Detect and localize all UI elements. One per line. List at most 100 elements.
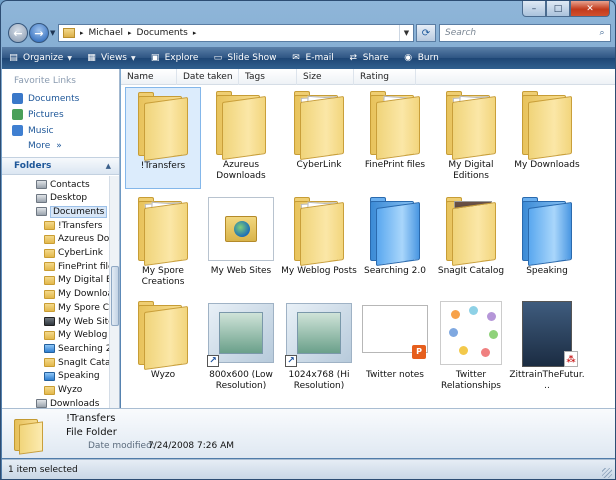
folder-icon xyxy=(436,89,506,161)
explore-button[interactable]: ▣ Explore xyxy=(150,53,199,64)
file-item[interactable]: My Web Sites xyxy=(203,193,279,295)
file-item[interactable]: CyberLink xyxy=(281,87,357,189)
folder-icon xyxy=(44,358,55,368)
file-item-label: Azureus Downloads xyxy=(216,160,266,181)
breadcrumb-separator-icon[interactable]: ▸ xyxy=(80,29,84,37)
column-date-taken[interactable]: Date taken xyxy=(177,68,239,85)
folder-icon xyxy=(44,344,55,354)
tree-item[interactable]: Contacts xyxy=(36,178,90,191)
file-item[interactable]: Wyzo xyxy=(125,297,201,399)
email-button[interactable]: ✉ E-mail xyxy=(291,53,334,64)
tree-item[interactable]: Desktop xyxy=(36,192,87,205)
tree-item[interactable]: My Downloa xyxy=(44,288,109,301)
folders-header[interactable]: Folders ▲ xyxy=(2,157,119,175)
folder-icon xyxy=(44,262,55,272)
file-item[interactable]: P Twitter notes xyxy=(357,297,433,399)
file-item[interactable]: Speaking xyxy=(509,193,585,295)
folder-icon xyxy=(44,303,55,313)
file-item[interactable]: ↗ 800x600 (Low Resolution) xyxy=(203,297,279,399)
breadcrumb-separator-icon[interactable]: ▸ xyxy=(128,29,132,37)
tree-item[interactable]: My Weblog P xyxy=(44,329,109,342)
file-item[interactable]: ↗ 1024x768 (Hi Resolution) xyxy=(281,297,357,399)
scrollbar-thumb[interactable] xyxy=(111,266,119,326)
folder-icon xyxy=(44,385,55,395)
title-bar[interactable]: – □ ✕ xyxy=(1,1,615,21)
recent-pages-dropdown[interactable]: ▼ xyxy=(50,29,55,37)
column-name[interactable]: Name xyxy=(121,68,177,85)
folder-tree-scrollbar[interactable] xyxy=(109,176,119,408)
file-grid: !Transfers Azureus Downloads CyberLink Fine… xyxy=(121,85,615,408)
tree-item-label: My Web Site xyxy=(58,316,109,327)
close-button[interactable]: ✕ xyxy=(570,1,610,17)
tree-item[interactable]: Searching 2.0 xyxy=(44,342,109,355)
folder-icon xyxy=(36,180,47,189)
tree-item[interactable]: My Web Site xyxy=(44,315,109,328)
views-icon: ▦ xyxy=(87,53,96,63)
tree-item-label: Speaking xyxy=(58,371,100,382)
file-item-label: Speaking xyxy=(526,266,568,276)
search-placeholder: Search xyxy=(445,28,477,38)
file-item[interactable]: SnagIt Catalog xyxy=(433,193,509,295)
file-item[interactable]: My Downloads xyxy=(509,87,585,189)
folder-icon xyxy=(44,317,55,326)
maximize-button[interactable]: □ xyxy=(546,1,570,17)
file-item[interactable]: My Digital Editions xyxy=(433,87,509,189)
address-dropdown-button[interactable]: ▼ xyxy=(399,25,413,41)
file-item[interactable]: FinePrint files xyxy=(357,87,433,189)
tree-item[interactable]: FinePrint file xyxy=(44,260,109,273)
organize-button[interactable]: ▤ Organize ▼ xyxy=(8,53,72,64)
column-size[interactable]: Size xyxy=(297,68,354,85)
file-item[interactable]: My Weblog Posts xyxy=(281,193,357,295)
diagram-icon xyxy=(436,299,506,369)
burn-button[interactable]: ◉ Burn xyxy=(403,53,439,64)
tree-item[interactable]: My Spore Cr xyxy=(44,301,109,314)
slide-show-button[interactable]: ▭ Slide Show xyxy=(212,53,277,64)
chevron-up-icon: ▲ xyxy=(105,162,111,170)
breadcrumb-michael[interactable]: Michael xyxy=(89,28,123,38)
tree-item[interactable]: Downloads xyxy=(36,397,99,408)
file-item[interactable]: My Spore Creations xyxy=(125,193,201,295)
resize-grip[interactable] xyxy=(602,468,612,478)
column-rating[interactable]: Rating xyxy=(354,68,416,85)
file-item-label: FinePrint files xyxy=(364,160,426,170)
tree-item[interactable]: Speaking xyxy=(44,370,100,383)
tree-item[interactable]: SnagIt Catalo xyxy=(44,356,109,369)
favorite-link-documents[interactable]: Documents xyxy=(12,93,79,104)
tree-item[interactable]: Documents xyxy=(36,205,108,218)
file-item[interactable]: Searching 2.0 xyxy=(357,193,433,295)
globe-icon xyxy=(234,221,250,237)
file-item-label: My Web Sites xyxy=(210,266,272,276)
tree-item[interactable]: Wyzo xyxy=(44,384,82,397)
file-item[interactable]: ⁂ ZittrainTheFutur... xyxy=(509,297,585,399)
file-item-label: Wyzo xyxy=(150,370,176,380)
folder-icon xyxy=(284,89,354,161)
share-button[interactable]: ⇄ Share xyxy=(348,53,388,64)
favorite-link-pictures[interactable]: Pictures xyxy=(12,109,64,120)
refresh-button[interactable]: ⟳ xyxy=(416,24,436,42)
file-item[interactable]: !Transfers xyxy=(125,87,201,189)
file-item[interactable]: Azureus Downloads xyxy=(203,87,279,189)
views-button[interactable]: ▦ Views ▼ xyxy=(86,53,135,64)
search-input[interactable]: Search ⌕ xyxy=(439,24,611,42)
forward-button[interactable]: → xyxy=(29,23,49,43)
folder-icon xyxy=(36,399,47,408)
breadcrumb-separator-icon[interactable]: ▸ xyxy=(193,29,197,37)
tree-item[interactable]: CyberLink xyxy=(44,247,103,260)
address-bar[interactable]: ▸ Michael ▸ Documents ▸ ▼ xyxy=(58,24,414,42)
tree-item-label: Downloads xyxy=(50,398,100,408)
tree-item[interactable]: My Digital Ed xyxy=(44,274,109,287)
file-item[interactable]: Twitter Relationships xyxy=(433,297,509,399)
folder-tree: Contacts Desktop Documents !Transfers Azureu… xyxy=(2,176,109,408)
tree-item[interactable]: Azureus Dow xyxy=(44,233,109,246)
favorite-link-music[interactable]: Music xyxy=(12,125,54,136)
back-button[interactable]: ← xyxy=(8,23,28,43)
breadcrumb-documents[interactable]: Documents xyxy=(137,28,188,38)
minimize-button[interactable]: – xyxy=(522,1,546,17)
folder-icon xyxy=(284,195,354,267)
search-icon[interactable]: ⌕ xyxy=(594,28,610,38)
powerpoint-icon: P xyxy=(412,345,426,359)
column-tags[interactable]: Tags xyxy=(239,68,297,85)
file-item-label: !Transfers xyxy=(140,161,186,171)
tree-item[interactable]: !Transfers xyxy=(44,219,103,232)
more-links-button[interactable]: More » xyxy=(28,141,62,151)
